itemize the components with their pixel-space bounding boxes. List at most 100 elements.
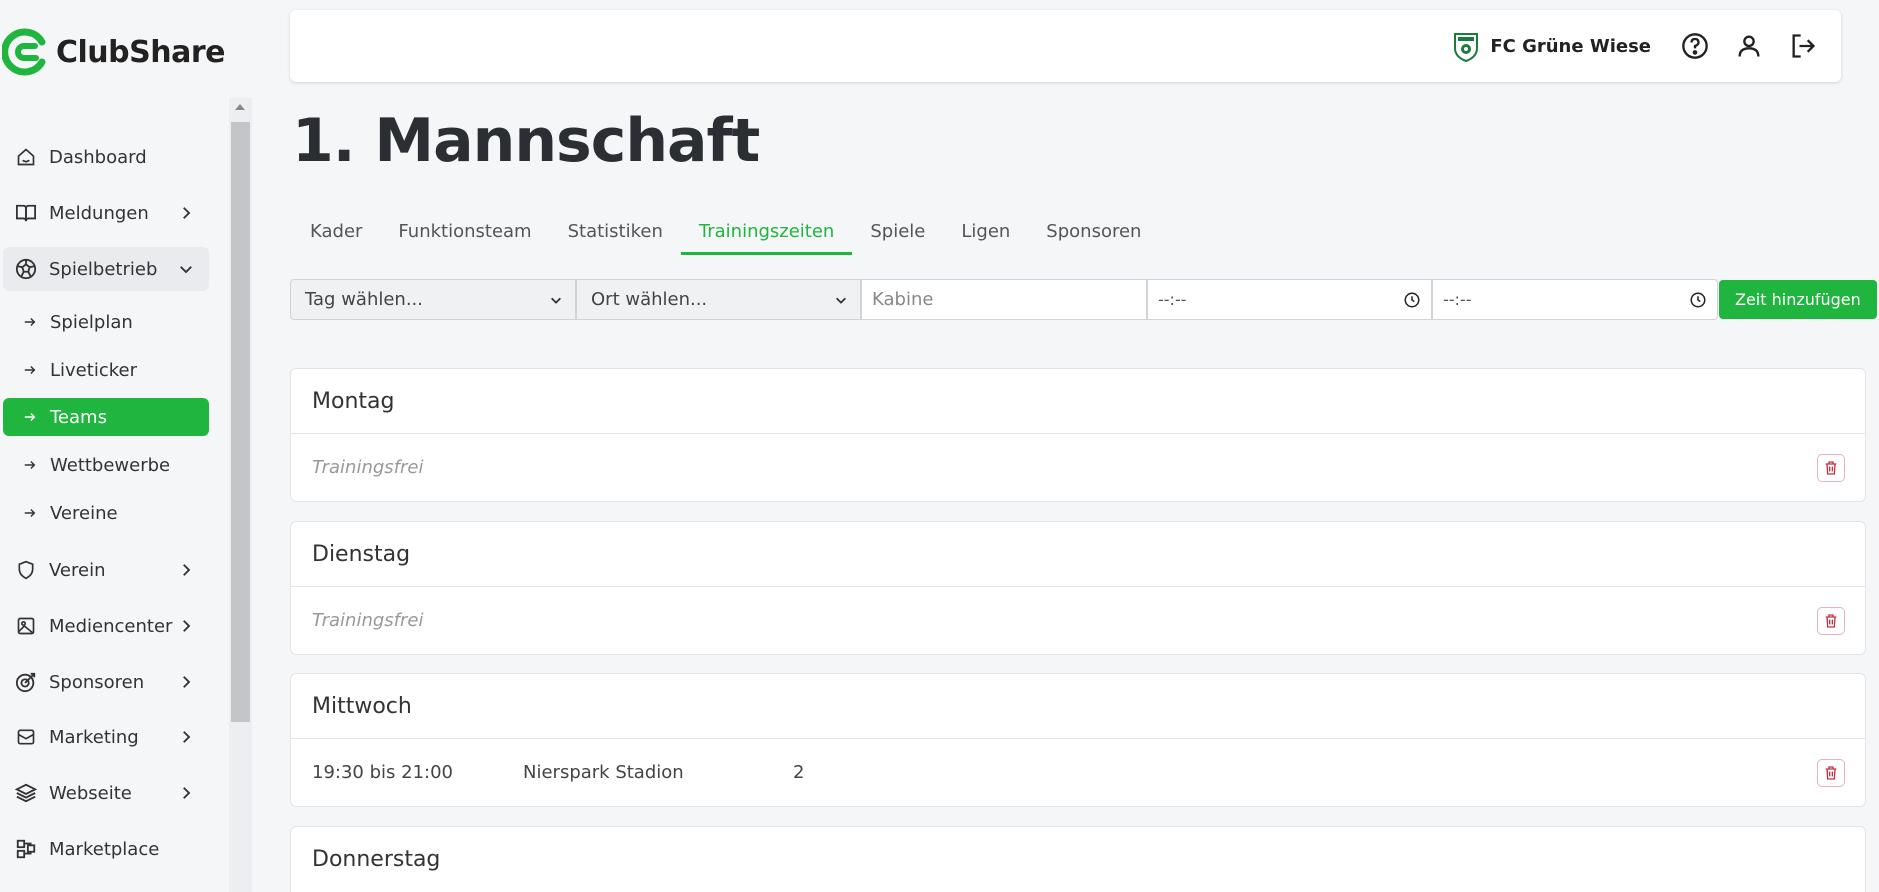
club-name: FC Grüne Wiese xyxy=(1490,35,1651,57)
sidebar-item-webseite[interactable]: Webseite xyxy=(3,771,209,815)
sidebar-item-label: Mediencenter xyxy=(49,615,173,637)
delete-button[interactable] xyxy=(1817,454,1845,482)
arrow-right-icon xyxy=(24,509,36,517)
clubshare-logo-icon xyxy=(2,28,46,76)
sidebar-item-label: Sponsoren xyxy=(49,671,145,693)
delete-button[interactable] xyxy=(1817,607,1845,635)
scrollbar-thumb[interactable] xyxy=(231,122,250,722)
day-title: Montag xyxy=(291,369,1865,434)
book-icon xyxy=(15,202,37,224)
layers-icon xyxy=(15,782,37,804)
home-icon xyxy=(15,146,37,168)
clock-icon[interactable] xyxy=(1403,291,1421,309)
training-location: Nierspark Stadion xyxy=(523,762,684,783)
user-icon[interactable] xyxy=(1735,32,1763,60)
day-card-dienstag: Dienstag Trainingsfrei xyxy=(290,521,1866,655)
sidebar: ClubShare Dashboard Meldungen Spielbetri… xyxy=(0,0,252,892)
tab-trainingszeiten[interactable]: Trainingszeiten xyxy=(680,208,853,255)
sidebar-item-label: Marketplace xyxy=(49,838,160,860)
chevron-right-icon xyxy=(183,731,191,743)
add-time-button[interactable]: Zeit hinzufügen xyxy=(1719,280,1877,319)
sidebar-subitem-wettbewerbe[interactable]: Wettbewerbe xyxy=(3,446,209,484)
sidebar-scrollbar[interactable] xyxy=(229,98,252,892)
tab-kader[interactable]: Kader xyxy=(292,208,380,254)
sidebar-item-label: Marketing xyxy=(49,726,139,748)
add-training-form: Tag wählen... Ort wählen... Kabine --:--… xyxy=(290,279,1877,320)
chevron-down-icon xyxy=(836,297,846,304)
tab-statistiken[interactable]: Statistiken xyxy=(550,208,681,254)
sidebar-item-spielbetrieb[interactable]: Spielbetrieb xyxy=(3,247,209,291)
club-crest-icon xyxy=(1454,33,1479,62)
day-card-mittwoch: Mittwoch 19:30 bis 21:00 Nierspark Stadi… xyxy=(290,673,1866,807)
day-title: Donnerstag xyxy=(312,847,441,872)
trash-icon xyxy=(1825,614,1837,628)
training-row: 19:30 bis 21:00 Nierspark Stadion 2 xyxy=(291,739,1865,806)
sidebar-subitem-teams[interactable]: Teams xyxy=(3,398,209,436)
club-switcher[interactable]: FC Grüne Wiese xyxy=(1452,30,1651,62)
chevron-down-icon xyxy=(180,266,192,274)
top-header: FC Grüne Wiese xyxy=(290,10,1841,82)
image-icon xyxy=(15,615,37,637)
day-entry: Trainingsfrei xyxy=(291,587,1865,654)
chevron-down-icon xyxy=(551,297,561,304)
mail-icon xyxy=(15,726,37,748)
tab-funktionsteam[interactable]: Funktionsteam xyxy=(380,208,549,254)
sidebar-item-sponsoren[interactable]: Sponsoren xyxy=(3,660,209,704)
app-logo[interactable]: ClubShare xyxy=(2,28,225,76)
arrow-right-icon xyxy=(24,318,36,326)
location-select[interactable]: Ort wählen... xyxy=(576,279,861,320)
chevron-right-icon xyxy=(183,620,191,632)
sidebar-item-marketplace[interactable]: Marketplace xyxy=(3,827,209,871)
sidebar-item-label: Spielbetrieb xyxy=(49,258,158,280)
day-title: Dienstag xyxy=(291,522,1865,587)
day-card-montag: Montag Trainingsfrei xyxy=(290,368,1866,502)
tab-spiele[interactable]: Spiele xyxy=(852,208,943,254)
sidebar-subitem-label: Vereine xyxy=(50,502,118,524)
sidebar-item-mediencenter[interactable]: Mediencenter xyxy=(3,604,209,648)
sidebar-item-label: Webseite xyxy=(49,782,132,804)
sidebar-subitem-label: Liveticker xyxy=(50,359,137,381)
grid-icon xyxy=(15,838,37,860)
delete-button[interactable] xyxy=(1817,759,1845,787)
chevron-right-icon xyxy=(183,207,191,219)
trash-icon xyxy=(1825,766,1837,780)
arrow-right-icon xyxy=(24,413,36,421)
help-icon[interactable] xyxy=(1681,32,1709,60)
day-title: Mittwoch xyxy=(291,674,1865,739)
app-name: ClubShare xyxy=(56,34,225,70)
day-select[interactable]: Tag wählen... xyxy=(290,279,576,320)
day-card-donnerstag: Donnerstag xyxy=(290,826,1866,892)
start-time-value: --:-- xyxy=(1158,290,1187,309)
sidebar-subitem-label: Spielplan xyxy=(50,311,133,333)
cabin-input[interactable]: Kabine xyxy=(861,279,1147,320)
tab-sponsoren[interactable]: Sponsoren xyxy=(1028,208,1159,254)
start-time-input[interactable]: --:-- xyxy=(1147,279,1432,320)
tab-ligen[interactable]: Ligen xyxy=(943,208,1028,254)
target-icon xyxy=(15,671,37,693)
location-select-value: Ort wählen... xyxy=(591,289,708,310)
end-time-value: --:-- xyxy=(1443,290,1472,309)
chevron-right-icon xyxy=(183,564,191,576)
sidebar-item-verein[interactable]: Verein xyxy=(3,548,209,592)
training-time: 19:30 bis 21:00 xyxy=(312,762,453,783)
arrow-right-icon xyxy=(24,366,36,374)
sidebar-subitem-label: Teams xyxy=(50,406,107,428)
day-entry: Trainingsfrei xyxy=(291,434,1865,501)
chevron-right-icon xyxy=(183,787,191,799)
sidebar-subitem-vereine[interactable]: Vereine xyxy=(3,494,209,532)
training-free-label: Trainingsfrei xyxy=(312,610,424,631)
training-cabin: 2 xyxy=(793,762,805,783)
clock-icon[interactable] xyxy=(1689,291,1707,309)
sidebar-subitem-label: Wettbewerbe xyxy=(50,454,171,476)
page-title: 1. Mannschaft xyxy=(292,106,760,176)
sidebar-item-meldungen[interactable]: Meldungen xyxy=(3,191,209,235)
sidebar-subitem-spielplan[interactable]: Spielplan xyxy=(3,303,209,341)
sidebar-item-label: Verein xyxy=(49,559,106,581)
end-time-input[interactable]: --:-- xyxy=(1432,279,1718,320)
training-free-label: Trainingsfrei xyxy=(312,457,424,478)
logout-icon[interactable] xyxy=(1789,32,1817,60)
sidebar-subitem-liveticker[interactable]: Liveticker xyxy=(3,351,209,389)
sidebar-item-marketing[interactable]: Marketing xyxy=(3,715,209,759)
scroll-up-icon[interactable] xyxy=(235,104,245,110)
sidebar-item-dashboard[interactable]: Dashboard xyxy=(3,135,209,179)
